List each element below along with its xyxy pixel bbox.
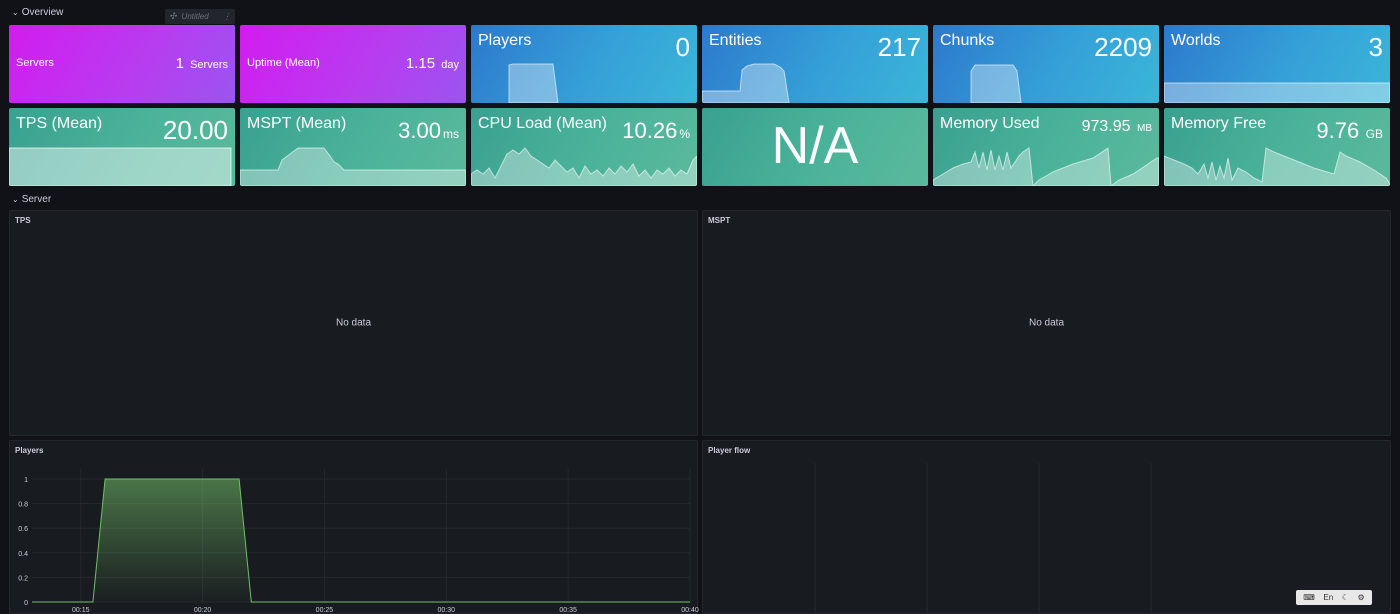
panel-player-flow[interactable]: Player flow [702,440,1391,614]
panel-mspt[interactable]: MSPT No data [702,210,1391,436]
stat-worlds[interactable]: Worlds 3 [1164,25,1390,103]
sparkline [702,63,790,103]
stat-value: N/A [771,117,859,175]
x-axis: 00:15 00:20 00:25 00:30 00:35 00:40 [72,607,699,614]
x-tick-label: 00:25 [316,607,334,614]
stat-cpu-load[interactable]: CPU Load (Mean) 10.26% [471,108,697,186]
chevron-down-icon: ⌄ [12,194,19,204]
y-tick-label: 0.8 [18,502,28,509]
panel-tps[interactable]: TPS No data [9,210,698,436]
panel-title: MSPT [708,216,731,225]
sparkline [508,63,559,103]
no-data-message: No data [335,317,372,329]
y-tick-label: 0.2 [18,575,28,582]
stat-memory-free[interactable]: Memory Free 9.76 GB [1164,108,1390,186]
stat-value: 1 Servers [175,55,228,72]
sparkline [933,147,1159,186]
players-series-area [32,479,690,602]
stat-title: Servers [16,57,54,69]
more-icon: ⋮ [223,12,231,21]
x-tick-label: 00:35 [559,607,577,614]
keyboard-lang: En [1323,593,1334,602]
sparkline [970,64,1022,103]
player-flow-chart [814,463,1152,614]
y-tick-label: 1 [24,477,28,484]
settings-icon: ⚙ [1357,593,1365,602]
sparkline [1164,147,1390,186]
stat-na[interactable]: N/A [702,108,928,186]
row-header-overview[interactable]: ⌄ Overview [12,5,63,19]
stat-mspt[interactable]: MSPT (Mean) 3.00 ms [240,108,466,186]
keyboard-icon: ⌨ [1303,593,1315,602]
stat-value: 1.15 day [405,55,459,72]
stat-servers[interactable]: Servers 1 Servers [9,25,235,103]
stat-title: Uptime (Mean) [247,57,320,69]
y-tick-label: 0.4 [18,551,28,558]
players-chart[interactable]: 0 0.2 0.4 0.6 0.8 1 00:15 00:20 00:25 00:30 00:35… [10,441,699,614]
stat-uptime[interactable]: Uptime (Mean) 1.15 day [240,25,466,103]
x-tick-label: 00:20 [194,607,212,614]
sparkline [471,147,697,186]
untitled-drag-chip[interactable]: ✣ Untitled ⋮ [165,9,235,24]
stat-entities[interactable]: Entities 217 [702,25,928,103]
stat-chunks[interactable]: Chunks 2209 [933,25,1159,103]
sparkline [9,147,232,186]
chip-label: Untitled [181,12,209,21]
moon-icon: ☾ [1341,593,1349,602]
stat-players[interactable]: Players 0 [471,25,697,103]
y-tick-label: 0.6 [18,526,28,533]
keyboard-indicator[interactable]: ⌨ En ☾ ⚙ [1296,590,1372,605]
panel-players[interactable]: Players 0 0.2 0.4 0.6 0.8 1 00:15 00:20 00:25 00… [9,440,699,614]
row-title: Server [21,193,52,205]
x-tick-label: 00:15 [72,607,90,614]
y-tick-label: 0 [24,600,28,607]
move-icon: ✣ [169,11,177,21]
x-tick-label: 00:30 [438,607,456,614]
row-header-server[interactable]: ⌄ Server [12,192,51,206]
y-axis: 0 0.2 0.4 0.6 0.8 1 [18,477,28,607]
stat-memory-used[interactable]: Memory Used 973.95 MB [933,108,1159,186]
x-tick-label: 00:40 [681,607,699,614]
sparkline [240,147,466,186]
sparkline [1164,82,1390,103]
panel-title: TPS [15,216,31,225]
chevron-down-icon: ⌄ [12,7,19,17]
row-title: Overview [21,6,64,18]
no-data-message: No data [1028,317,1065,329]
stat-tps[interactable]: TPS (Mean) 20.00 [9,108,235,186]
